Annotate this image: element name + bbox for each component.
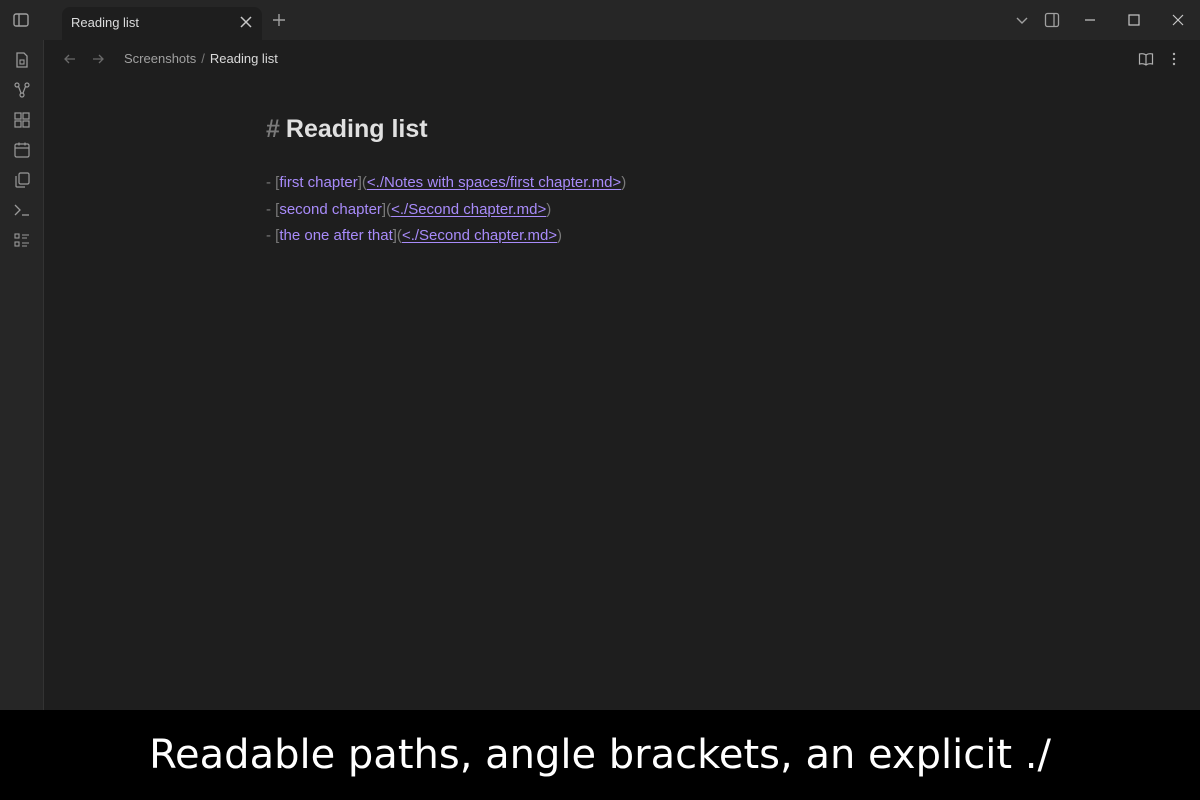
title-bar: Reading list: [0, 0, 1200, 40]
list-bullet: -: [266, 227, 271, 244]
link-text[interactable]: the one after that: [279, 227, 392, 244]
link-text[interactable]: first chapter: [279, 174, 357, 191]
markdown-editor[interactable]: # Reading list - [first chapter](<./Notes…: [266, 110, 966, 250]
maximize-icon[interactable]: [1126, 12, 1142, 28]
link-mid-bracket: ](: [357, 174, 367, 191]
link-url[interactable]: <./Second chapter.md>: [391, 201, 546, 218]
caption-text: Readable paths, angle brackets, an expli…: [149, 732, 1051, 778]
breadcrumb-current[interactable]: Reading list: [210, 51, 278, 66]
breadcrumb: Screenshots / Reading list: [124, 51, 278, 66]
link-url[interactable]: <./Notes with spaces/first chapter.md>: [367, 174, 621, 191]
chevron-down-icon[interactable]: [1014, 12, 1030, 28]
list-item[interactable]: - [the one after that](<./Second chapter…: [266, 223, 966, 250]
reading-view-book-icon[interactable]: [1138, 51, 1154, 67]
list-item[interactable]: - [first chapter](<./Notes with spaces/f…: [266, 170, 966, 197]
breadcrumb-folder[interactable]: Screenshots: [124, 51, 196, 66]
back-arrow-icon[interactable]: [62, 51, 78, 67]
graph-icon[interactable]: [13, 81, 31, 99]
close-window-icon[interactable]: [1170, 12, 1186, 28]
list-item[interactable]: - [second chapter](<./Second chapter.md>…: [266, 197, 966, 224]
heading-text: Reading list: [285, 115, 428, 143]
list-icon[interactable]: [13, 231, 31, 249]
calendar-icon[interactable]: [13, 141, 31, 159]
link-close-bracket: ): [557, 227, 563, 244]
tab-close-icon[interactable]: [238, 14, 254, 30]
file-icon[interactable]: [13, 51, 31, 69]
heading-marker: #: [266, 115, 280, 143]
page-title: # Reading list: [266, 110, 966, 148]
new-tab-icon[interactable]: [271, 12, 287, 28]
link-text[interactable]: second chapter: [279, 201, 382, 218]
terminal-icon[interactable]: [13, 201, 31, 219]
list-bullet: -: [266, 200, 271, 218]
breadcrumb-separator: /: [201, 51, 205, 66]
link-mid-bracket: ](: [381, 200, 392, 218]
link-mid-bracket: ](: [392, 227, 402, 244]
left-sidebar-toggle-icon[interactable]: [12, 11, 30, 29]
tab-title: Reading list: [71, 15, 139, 30]
right-sidebar-icon[interactable]: [1044, 12, 1060, 28]
link-close-bracket: ): [546, 200, 552, 218]
forward-arrow-icon[interactable]: [90, 51, 106, 67]
link-close-bracket: ): [621, 174, 627, 191]
minimize-icon[interactable]: [1082, 12, 1098, 28]
more-options-icon[interactable]: [1166, 51, 1182, 67]
copy-icon[interactable]: [13, 171, 31, 189]
link-url[interactable]: <./Second chapter.md>: [402, 227, 557, 244]
ribbon: [0, 40, 44, 710]
tab-reading-list[interactable]: Reading list: [62, 7, 262, 40]
view-header: Screenshots / Reading list: [44, 40, 1200, 78]
canvas-icon[interactable]: [13, 111, 31, 129]
list-bullet: -: [266, 174, 271, 191]
caption-banner: Readable paths, angle brackets, an expli…: [0, 710, 1200, 800]
